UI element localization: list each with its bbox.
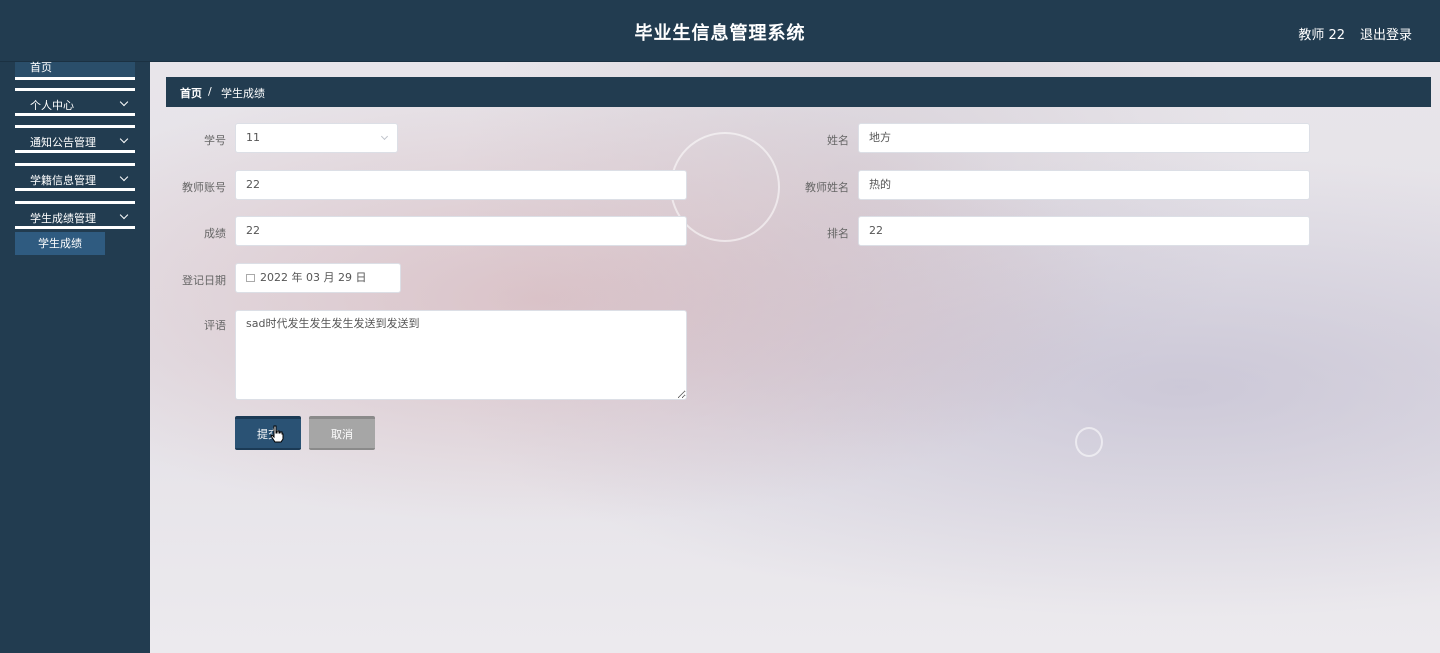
- app-title: 毕业生信息管理系统: [634, 23, 806, 44]
- chevron-down-icon: [119, 97, 129, 107]
- record-date-value: 2022 年 03 月 29 日: [260, 271, 367, 284]
- comment-textarea[interactable]: sad时代发生发生发生发送到发送到: [235, 310, 687, 400]
- sidebar-item-home[interactable]: 首页: [15, 61, 135, 80]
- sidebar-subitem-student-grades[interactable]: 学生成绩: [15, 232, 105, 255]
- submit-button[interactable]: 提交: [235, 416, 301, 450]
- teacher-account-value: 22: [246, 178, 260, 191]
- teacher-account-field[interactable]: 22: [235, 170, 687, 200]
- chevron-down-icon: [380, 132, 389, 141]
- sidebar-item-label: 首页: [30, 61, 52, 74]
- sidebar-item-label: 学生成绩管理: [30, 212, 96, 225]
- score-value: 22: [246, 224, 260, 237]
- student-id-value: 11: [246, 131, 260, 144]
- score-field[interactable]: 22: [235, 216, 687, 246]
- chevron-down-icon: [119, 172, 129, 182]
- student-id-select[interactable]: 11: [235, 123, 398, 153]
- background-decoration: [1075, 427, 1103, 457]
- current-user: 教师 22: [1298, 28, 1345, 43]
- sidebar-item-personal-center[interactable]: 个人中心: [15, 88, 135, 116]
- score-label: 成绩: [204, 227, 226, 240]
- sidebar-item-notice-management[interactable]: 通知公告管理: [15, 125, 135, 153]
- sidebar-item-enrollment-management[interactable]: 学籍信息管理: [15, 163, 135, 191]
- sidebar-item-grade-management[interactable]: 学生成绩管理: [15, 201, 135, 229]
- rank-label: 排名: [827, 227, 849, 240]
- name-field[interactable]: 地方: [858, 123, 1310, 153]
- cancel-button[interactable]: 取消: [309, 416, 375, 450]
- rank-field[interactable]: 22: [858, 216, 1310, 246]
- chevron-down-icon: [119, 134, 129, 144]
- sidebar-item-label: 学籍信息管理: [30, 174, 96, 187]
- sidebar: 首页 个人中心 通知公告管理 学籍信息管理 学生成绩管理 学生成绩: [0, 61, 150, 653]
- student-id-label: 学号: [204, 134, 226, 147]
- breadcrumb: 首页 / 学生成绩: [166, 77, 1431, 107]
- comment-label: 评语: [204, 319, 226, 332]
- record-date-label: 登记日期: [182, 274, 226, 287]
- sidebar-item-label: 通知公告管理: [30, 136, 96, 149]
- chevron-down-icon: [119, 210, 129, 220]
- calendar-icon: [246, 274, 255, 282]
- sidebar-item-label: 个人中心: [30, 99, 74, 112]
- breadcrumb-home[interactable]: 首页: [180, 85, 202, 101]
- breadcrumb-current: 学生成绩: [221, 87, 265, 100]
- teacher-account-label: 教师账号: [182, 181, 226, 194]
- main-content: 首页 / 学生成绩 学号 11 姓名 地方 教师账号 22 教师姓名 热的 成绩…: [150, 62, 1440, 653]
- teacher-name-value: 热的: [869, 178, 891, 191]
- name-label: 姓名: [827, 134, 849, 147]
- hand-cursor-icon: [270, 425, 284, 443]
- breadcrumb-separator: /: [208, 85, 212, 98]
- app-header: 毕业生信息管理系统 教师 22 退出登录: [0, 0, 1440, 62]
- name-value: 地方: [869, 131, 891, 144]
- teacher-name-field[interactable]: 热的: [858, 170, 1310, 200]
- record-date-picker[interactable]: 2022 年 03 月 29 日: [235, 263, 401, 293]
- logout-link[interactable]: 退出登录: [1360, 24, 1412, 43]
- teacher-name-label: 教师姓名: [805, 181, 849, 194]
- rank-value: 22: [869, 224, 883, 237]
